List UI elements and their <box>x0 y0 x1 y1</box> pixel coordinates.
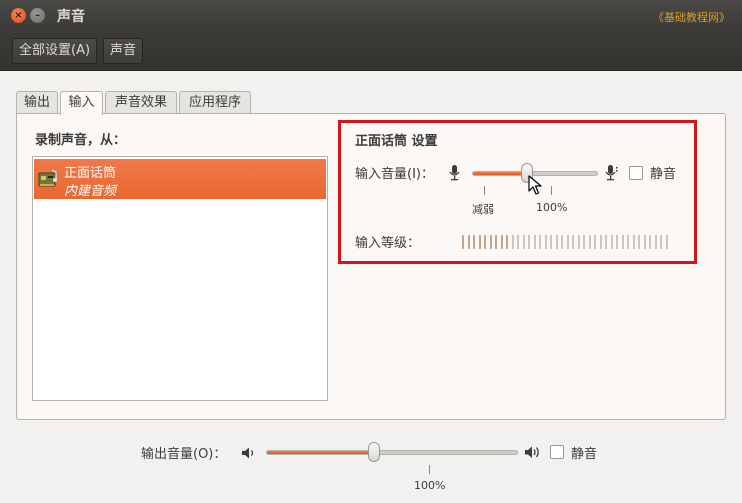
output-volume-fill <box>267 451 375 454</box>
speaker-high-icon <box>525 446 539 458</box>
output-volume-slider[interactable] <box>266 450 518 455</box>
level-segment <box>583 235 585 249</box>
tick-weak <box>484 186 485 195</box>
level-segment <box>561 235 563 249</box>
sound-card-icon <box>38 169 57 187</box>
level-segment <box>594 235 596 249</box>
level-segment <box>539 235 541 249</box>
level-segment <box>660 235 662 249</box>
output-tick-100 <box>429 465 430 474</box>
level-segment <box>555 235 558 249</box>
output-volume-handle[interactable] <box>368 442 381 462</box>
level-segment <box>649 235 651 249</box>
tab-output[interactable]: 输出 <box>16 91 58 114</box>
level-segment <box>621 235 624 249</box>
output-volume-label: 输出音量(O)： <box>141 447 227 462</box>
input-level-label: 输入等级： <box>355 236 421 251</box>
output-mute-checkbox[interactable] <box>550 445 564 459</box>
level-segment <box>500 235 503 249</box>
minimize-window-button[interactable]: – <box>30 8 45 23</box>
level-segment <box>665 235 668 249</box>
input-volume-fill <box>473 172 528 175</box>
level-segment <box>588 235 591 249</box>
level-segment <box>566 235 569 249</box>
level-segment <box>533 235 536 249</box>
tick-weak-label: 减弱 <box>472 203 494 216</box>
microphone-low-icon <box>449 165 460 181</box>
level-segment <box>484 235 486 249</box>
level-segment <box>638 235 640 249</box>
tab-input[interactable]: 输入 <box>60 91 103 115</box>
level-segment <box>511 235 514 249</box>
tab-sound-effects[interactable]: 声音效果 <box>105 91 177 114</box>
list-item[interactable]: 正面话筒 内建音频 <box>34 159 326 199</box>
level-segment <box>528 235 530 249</box>
device-settings-title: 正面话筒 设置 <box>355 134 438 149</box>
tick-100 <box>551 186 552 195</box>
toolbar: 全部设置(A) 声音 <box>0 31 742 71</box>
tab-applications[interactable]: 应用程序 <box>179 91 251 114</box>
device-name: 正面话筒 <box>64 166 117 181</box>
record-from-label: 录制声音，从： <box>35 133 127 148</box>
window-title: 声音 <box>57 9 85 25</box>
level-segment <box>605 235 607 249</box>
title-bar: × – 声音 《基础教程网》 <box>0 0 742 31</box>
level-segment <box>577 235 580 249</box>
level-segment <box>599 235 602 249</box>
level-segment <box>506 235 508 249</box>
tick-100-label: 100% <box>536 201 568 214</box>
watermark-text: 《基础教程网》 <box>653 11 730 24</box>
level-segment <box>654 235 657 249</box>
output-mute-label[interactable]: 静音 <box>571 443 597 462</box>
input-mute-label[interactable]: 静音 <box>650 163 676 182</box>
input-mute-checkbox[interactable] <box>629 166 643 180</box>
level-segment <box>478 235 481 249</box>
level-segment <box>572 235 574 249</box>
input-device-list[interactable]: 正面话筒 内建音频 <box>32 156 328 401</box>
device-description: 内建音频 <box>64 184 117 199</box>
all-settings-button[interactable]: 全部设置(A) <box>12 38 98 64</box>
level-segment <box>550 235 552 249</box>
level-segment <box>495 235 497 249</box>
level-segment <box>632 235 635 249</box>
speaker-low-icon <box>242 447 254 459</box>
level-segment <box>467 235 470 249</box>
level-segment <box>610 235 613 249</box>
level-segment <box>544 235 547 249</box>
level-segment <box>627 235 629 249</box>
close-window-button[interactable]: × <box>11 8 26 23</box>
mouse-cursor-icon <box>528 175 542 195</box>
level-segment <box>517 235 519 249</box>
input-volume-label: 输入音量(I)： <box>355 167 434 182</box>
microphone-high-icon <box>605 165 618 181</box>
output-tick-100-label: 100% <box>414 479 446 492</box>
level-segment <box>522 235 525 249</box>
input-tab-panel: 录制声音，从： 正面话筒 内建音频 正面话筒 设置 输入音量(I)： 静音 减弱… <box>16 113 726 420</box>
level-segment <box>462 235 464 249</box>
level-segment <box>616 235 618 249</box>
level-segment <box>489 235 492 249</box>
sound-breadcrumb-button[interactable]: 声音 <box>103 38 144 64</box>
level-segment <box>473 235 475 249</box>
level-segment <box>643 235 646 249</box>
